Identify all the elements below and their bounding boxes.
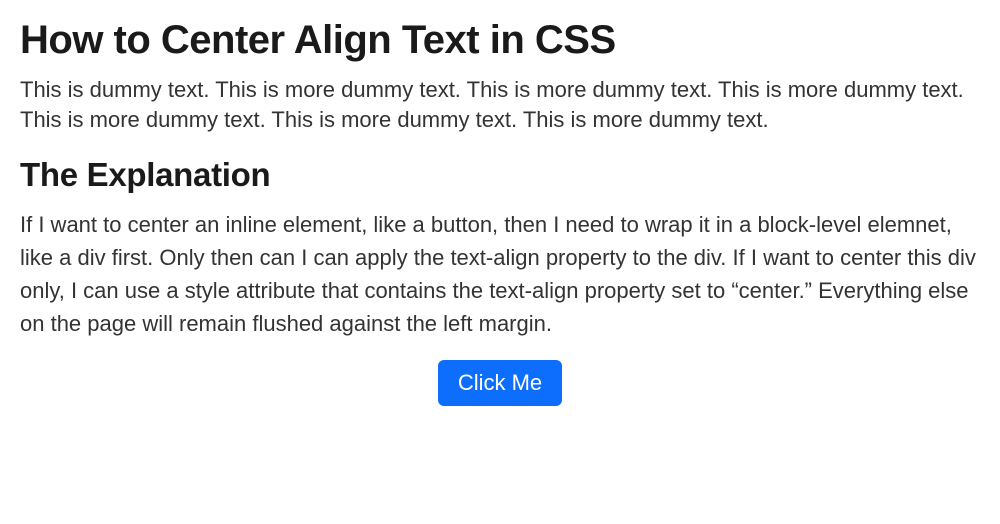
click-me-button[interactable]: Click Me — [438, 360, 562, 406]
explanation-paragraph: If I want to center an inline element, l… — [20, 208, 980, 340]
section-heading: The Explanation — [20, 156, 980, 194]
intro-paragraph: This is dummy text. This is more dummy t… — [20, 75, 980, 134]
page-title: How to Center Align Text in CSS — [20, 18, 980, 63]
button-container: Click Me — [20, 360, 980, 406]
